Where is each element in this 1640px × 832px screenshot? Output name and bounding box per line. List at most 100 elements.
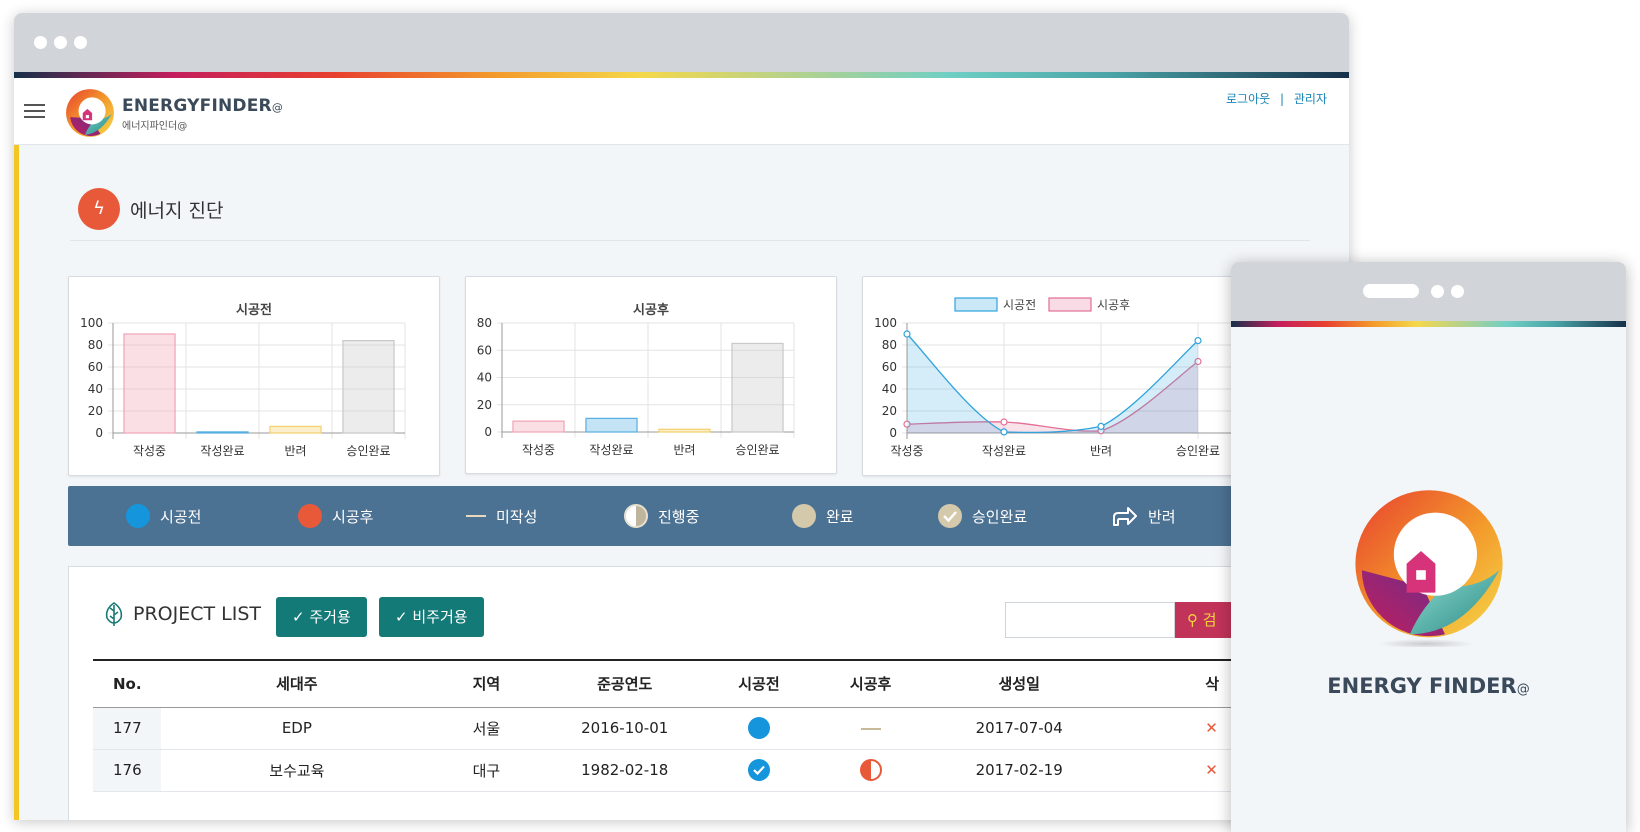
- legend-swatch: [954, 297, 998, 312]
- mobile-brand-at: @: [1516, 682, 1530, 697]
- col-owner[interactable]: 세대주: [161, 660, 434, 707]
- legend-label: 진행중: [658, 507, 700, 526]
- legend-label: 완료: [826, 507, 854, 526]
- window-dot[interactable]: [54, 36, 67, 49]
- y-tick-label: 100: [874, 316, 897, 330]
- cell-owner[interactable]: 보수교육: [160, 749, 434, 792]
- half-circle-icon[interactable]: [859, 759, 882, 781]
- y-tick-label: 20: [882, 404, 897, 418]
- legend-in-progress: 진행중: [624, 502, 699, 530]
- filter-residential-button[interactable]: ✓ 주거용: [276, 597, 367, 637]
- y-tick-label: 40: [882, 382, 897, 396]
- y-tick-label: 80: [477, 316, 492, 330]
- table-row[interactable]: 177 EDP 서울 2016-10-01 2017-07-04 ✕: [93, 707, 1343, 750]
- cell-before: [709, 707, 809, 750]
- check-circle-icon[interactable]: [747, 759, 770, 781]
- legend-label: 승인완료: [972, 507, 1028, 526]
- mobile-window: ENERGY FINDER@: [1231, 262, 1626, 832]
- half-circle-icon: [624, 504, 648, 528]
- col-region[interactable]: 지역: [433, 660, 540, 707]
- search-input[interactable]: [1005, 602, 1175, 638]
- brand-name: ENERGYFINDER: [122, 96, 272, 116]
- y-tick-label: 60: [477, 343, 492, 357]
- lightning-icon: ϟ: [78, 188, 120, 230]
- mobile-brand-name: ENERGY FINDER: [1327, 674, 1517, 698]
- search-label: 검: [1202, 611, 1217, 629]
- dash-icon[interactable]: [860, 727, 881, 730]
- cell-before: [709, 749, 809, 792]
- menu-icon[interactable]: [24, 104, 45, 119]
- col-year[interactable]: 준공연도: [540, 660, 710, 707]
- legend-label: 시공후: [332, 507, 374, 526]
- bar: [731, 342, 784, 433]
- bar: [123, 333, 176, 434]
- data-point: [1097, 422, 1105, 430]
- cell-region: 서울: [433, 707, 540, 750]
- legend-complete: 완료: [792, 502, 854, 530]
- y-tick-label: 0: [889, 426, 897, 440]
- y-tick-label: 20: [88, 404, 103, 418]
- legend-before: 시공전: [126, 502, 201, 530]
- bar: [658, 428, 711, 433]
- y-tick-label: 40: [477, 371, 492, 385]
- cell-no: 177: [93, 707, 161, 750]
- window-dot[interactable]: [74, 36, 87, 49]
- data-point: [1000, 418, 1008, 426]
- y-tick-label: 0: [95, 426, 103, 440]
- chart-panel-before: 시공전 0 20 40 60 80 100 작성중 작성완료 반려 승인완료: [68, 276, 440, 476]
- filter-nonresidential-button[interactable]: ✓ 비주거용: [379, 597, 484, 637]
- window-dot[interactable]: [34, 36, 47, 49]
- col-created[interactable]: 생성일: [933, 660, 1105, 707]
- area-chart-compare: 0 20 40 60 80 100 작성중 작성완료 반려 승인완료 시공전 시공후: [874, 297, 1283, 458]
- project-list-title: PROJECT LIST: [133, 603, 261, 625]
- app-logo[interactable]: [64, 87, 116, 139]
- data-point: [1000, 428, 1008, 436]
- bar: [196, 431, 249, 434]
- legend-label: 시공후: [1097, 298, 1130, 312]
- cell-region: 대구: [433, 749, 540, 792]
- orange-circle-icon: [298, 504, 322, 528]
- sidebar-accent: [14, 145, 19, 820]
- legend-label: 미작성: [496, 507, 538, 526]
- chart-panel-after: 시공후 0 20 40 60 80 작성중 작성완료 반려 승인완료: [465, 276, 837, 474]
- x-tick-label: 반려: [284, 444, 306, 458]
- y-tick-label: 0: [484, 425, 492, 439]
- cell-year: 1982-02-18: [539, 749, 710, 792]
- col-after[interactable]: 시공후: [808, 660, 933, 707]
- mobile-speaker: [1363, 284, 1419, 298]
- y-tick-label: 60: [88, 360, 103, 374]
- bar: [585, 417, 638, 433]
- table-row[interactable]: 176 보수교육 대구 1982-02-18 2017-02-19 ✕: [93, 749, 1343, 792]
- page-header: ϟ 에너지 진단: [70, 188, 1310, 241]
- table-header: No. 세대주 지역 준공연도 시공전 시공후 생성일 삭: [93, 660, 1343, 707]
- app-logo-large: [1355, 490, 1503, 647]
- page-title: 에너지 진단: [130, 200, 224, 222]
- col-before[interactable]: 시공전: [710, 660, 808, 707]
- col-no[interactable]: No.: [93, 660, 161, 707]
- project-list-heading: PROJECT LIST: [103, 601, 261, 627]
- arrow-right-icon: [1113, 507, 1137, 526]
- cell-after: [808, 707, 934, 750]
- rainbow-divider: [1231, 321, 1626, 327]
- bar: [342, 339, 395, 434]
- data-point: [903, 330, 911, 338]
- x-tick-label: 작성중: [522, 443, 555, 457]
- blue-circle-icon[interactable]: [747, 717, 770, 739]
- legend-label: 반려: [1148, 507, 1176, 526]
- x-tick-label: 작성완료: [589, 443, 633, 457]
- project-table: No. 세대주 지역 준공연도 시공전 시공후 생성일 삭 177 EDP 서울…: [93, 659, 1343, 792]
- x-tick-label: 작성중: [133, 444, 166, 458]
- legend-swatch: [1048, 297, 1092, 312]
- y-tick-label: 40: [88, 382, 103, 396]
- legend-not-written: 미작성: [466, 502, 537, 530]
- link-separator: |: [1280, 92, 1285, 106]
- project-list-panel: PROJECT LIST ✓ 주거용 ✓ 비주거용 ⚲ 검 No. 세대주 지역…: [68, 566, 1349, 820]
- cell-owner[interactable]: EDP: [160, 707, 434, 750]
- chart-panel-compare: 0 20 40 60 80 100 작성중 작성완료 반려 승인완료 시공전 시공후: [862, 276, 1283, 476]
- status-legend-bar: 시공전 시공후 미작성 진행중 완료 승인완료 반려: [68, 486, 1349, 546]
- admin-link[interactable]: 관리자: [1294, 92, 1327, 106]
- cell-created: 2017-02-19: [933, 749, 1106, 792]
- bar: [512, 420, 565, 433]
- logout-link[interactable]: 로그아웃: [1226, 92, 1270, 106]
- browser-titlebar: [14, 13, 1349, 72]
